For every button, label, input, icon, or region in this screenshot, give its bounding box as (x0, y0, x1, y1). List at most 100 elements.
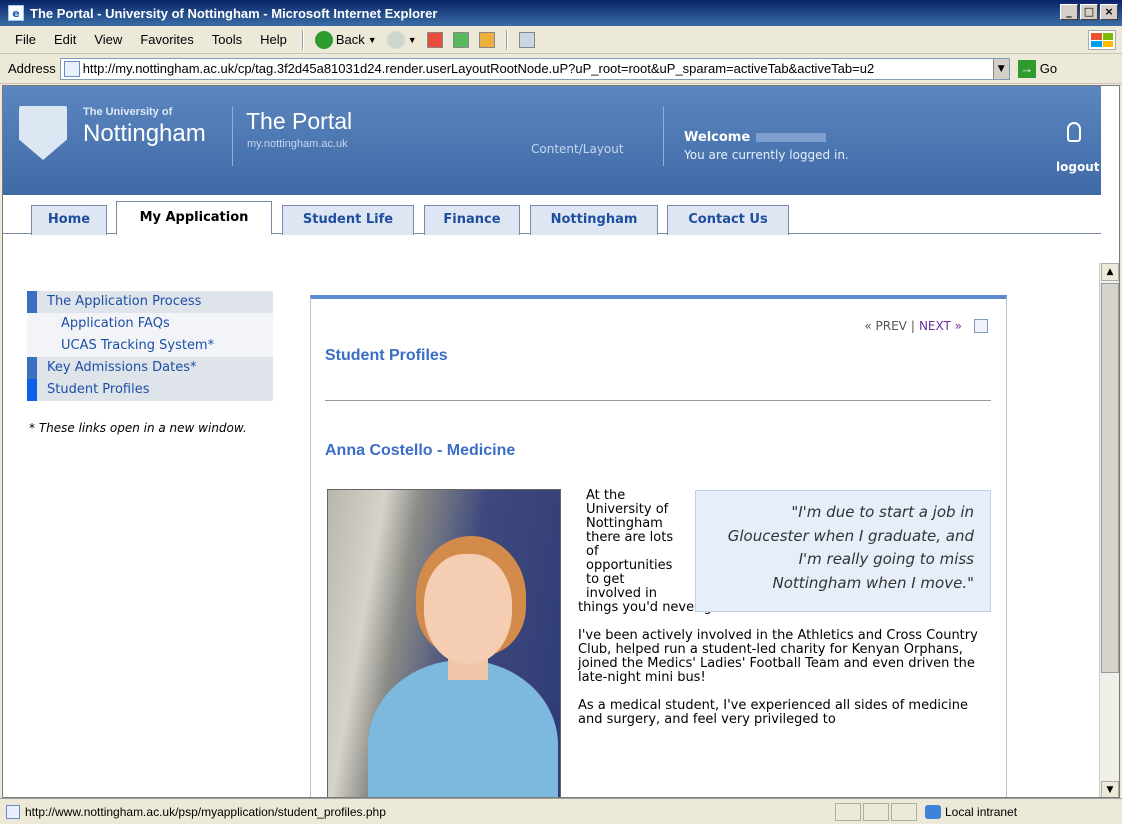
page-icon (63, 60, 80, 77)
stop-button[interactable] (422, 30, 448, 50)
status-bar: http://www.nottingham.ac.uk/psp/myapplic… (0, 798, 1122, 824)
status-cell (863, 802, 889, 821)
menu-view[interactable]: View (85, 30, 131, 49)
university-logo-text[interactable]: Nottingham (83, 120, 206, 148)
prev-link[interactable]: « PREV (864, 319, 907, 333)
scroll-thumb[interactable] (1101, 283, 1119, 673)
sidebar: The Application Process Application FAQs… (27, 291, 273, 436)
address-field[interactable]: ▼ (59, 57, 1010, 80)
scroll-down-icon[interactable]: ▼ (1101, 781, 1119, 797)
sidebar-item-student-profiles[interactable]: Student Profiles (27, 379, 273, 401)
next-link[interactable]: NEXT » (919, 319, 962, 333)
section-title: Student Profiles (325, 347, 448, 364)
tab-nottingham[interactable]: Nottingham (530, 205, 658, 235)
portal-subtitle: my.nottingham.ac.uk (247, 138, 348, 150)
toolbar-separator (505, 29, 508, 50)
sidebar-note: * These links open in a new window. (29, 421, 247, 435)
content-panel: « PREV | NEXT » Student Profiles Anna Co… (310, 295, 1007, 797)
search-icon (518, 31, 535, 48)
student-photo (327, 489, 561, 797)
university-small-label: The University of (83, 106, 173, 118)
windows-logo-icon (1088, 30, 1116, 50)
menu-favorites[interactable]: Favorites (131, 30, 202, 49)
back-arrow-icon (314, 30, 333, 49)
toolbar-separator (301, 29, 304, 50)
sidebar-item-application-process[interactable]: The Application Process (27, 291, 273, 313)
profile-quote: "I'm due to start a job in Gloucester wh… (695, 490, 991, 612)
go-button[interactable]: → Go (1017, 59, 1058, 78)
sidebar-marker (27, 357, 37, 379)
menu-edit[interactable]: Edit (45, 30, 85, 49)
minimize-button[interactable]: _ (1060, 4, 1078, 20)
photo-face (424, 554, 512, 664)
logout-padlock-icon[interactable] (1067, 122, 1081, 142)
header-divider (232, 106, 233, 166)
sidebar-item-label: Student Profiles (47, 382, 150, 397)
sidebar-item-label: Application FAQs (61, 316, 170, 331)
portal-title[interactable]: The Portal (246, 108, 352, 135)
status-cells (835, 802, 917, 821)
scroll-up-icon[interactable]: ▲ (1101, 263, 1119, 281)
menu-help[interactable]: Help (251, 30, 296, 49)
sidebar-item-label: The Application Process (47, 294, 202, 309)
pager: « PREV | NEXT » (864, 319, 988, 333)
home-icon (478, 31, 495, 48)
menu-bar: File Edit View Favorites Tools Help Back… (0, 26, 1122, 54)
refresh-button[interactable] (448, 30, 474, 50)
pager-separator: | (910, 319, 915, 333)
window-title: The Portal - University of Nottingham - … (30, 5, 438, 21)
intranet-icon (925, 804, 941, 819)
zone-label: Local intranet (945, 804, 1018, 819)
menu-tools[interactable]: Tools (203, 30, 251, 49)
tab-contact-us[interactable]: Contact Us (667, 205, 789, 235)
university-crest-icon (19, 106, 67, 160)
sidebar-item-label: UCAS Tracking System* (61, 338, 215, 353)
sidebar-item-key-admissions-dates[interactable]: Key Admissions Dates* (27, 357, 273, 379)
refresh-icon (452, 31, 469, 48)
print-icon[interactable] (974, 319, 988, 333)
back-dropdown-icon[interactable]: ▼ (368, 35, 377, 45)
sidebar-item-ucas-tracking[interactable]: UCAS Tracking System* (27, 335, 273, 357)
address-bar: Address ▼ → Go (0, 54, 1122, 84)
ie-icon: e (8, 5, 24, 21)
sidebar-item-label: Key Admissions Dates* (47, 360, 197, 375)
page-status-icon (6, 804, 20, 819)
security-zone[interactable]: Local intranet (925, 804, 1075, 819)
forward-button[interactable]: ▼ (382, 29, 422, 51)
stop-icon (426, 31, 443, 48)
tab-bar: Home My Application Student Life Finance… (3, 195, 1101, 235)
tab-my-application[interactable]: My Application (116, 201, 272, 235)
sidebar-marker (27, 291, 37, 313)
welcome-label: Welcome (684, 130, 751, 145)
header-divider (663, 106, 664, 166)
back-button[interactable]: Back ▼ (310, 29, 382, 51)
go-label: Go (1039, 61, 1058, 76)
home-button[interactable] (474, 30, 500, 50)
divider (325, 400, 991, 401)
user-name-redacted (756, 133, 827, 142)
address-input[interactable] (82, 61, 993, 76)
back-label: Back (335, 32, 365, 47)
profile-paragraph: As a medical student, I've experienced a… (578, 698, 968, 727)
vertical-scrollbar[interactable]: ▲ ▼ (1099, 263, 1119, 797)
status-cell (835, 802, 861, 821)
close-button[interactable]: × (1100, 4, 1118, 20)
content-layout-link[interactable]: Content/Layout (531, 142, 624, 156)
profile-name: Anna Costello - Medicine (325, 442, 516, 459)
maximize-button[interactable]: □ (1080, 4, 1098, 20)
tab-home[interactable]: Home (31, 205, 107, 235)
window-titlebar: e The Portal - University of Nottingham … (0, 0, 1122, 26)
address-dropdown-icon[interactable]: ▼ (992, 58, 1009, 79)
photo-body (368, 660, 558, 797)
tab-student-life[interactable]: Student Life (282, 205, 414, 235)
menu-file[interactable]: File (6, 30, 45, 49)
tab-finance[interactable]: Finance (424, 205, 520, 235)
forward-dropdown-icon[interactable]: ▼ (408, 35, 417, 45)
logout-link[interactable]: logout (1056, 160, 1099, 174)
sidebar-item-application-faqs[interactable]: Application FAQs (27, 313, 273, 335)
search-button[interactable] (514, 30, 540, 50)
sidebar-marker (27, 379, 37, 401)
login-status: You are currently logged in. (684, 148, 849, 162)
address-label: Address (8, 61, 56, 76)
portal-header: The University of Nottingham The Portal … (3, 86, 1101, 195)
